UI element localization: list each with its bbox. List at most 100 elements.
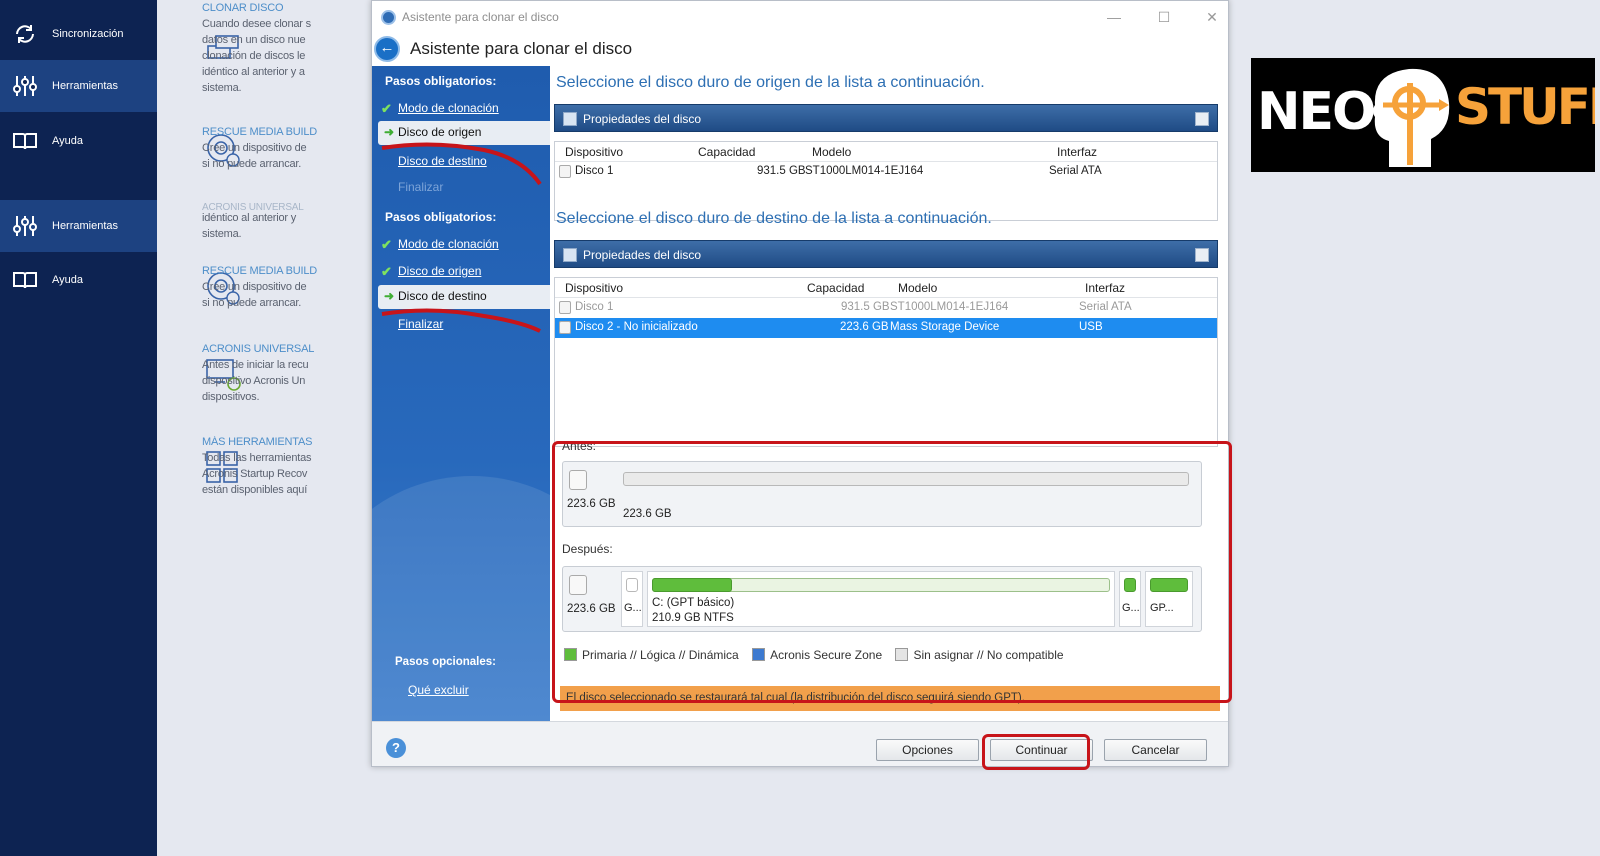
desc-line: Todas las herramientas [202,452,312,464]
sidebar-item-herramientas[interactable]: Herramientas [0,200,157,252]
partition-small[interactable]: G... [1119,571,1141,627]
tool-acronis-universal[interactable]: ACRONIS UNIVERSAL Antes de iniciar la re… [202,343,377,405]
cell-capacity: 223.6 GB [840,321,889,333]
cell-interface: USB [1079,321,1103,333]
partition-bar [626,578,638,592]
source-disk-prompt: Seleccione el disco duro de origen de la… [556,74,985,91]
tool-description: Cree un dispositivo de si no puede arran… [202,140,377,172]
wizard-button-bar: ? Opciones Continuar Cancelar [372,721,1228,766]
desc-line: dispositivo Acronis Un [202,375,306,387]
tool-description: Antes de iniciar la recu dispositivo Acr… [202,357,377,405]
help-icon[interactable]: ? [386,738,406,758]
collapse-icon[interactable] [1195,248,1209,262]
neostuff-logo: NEO STUFF [1251,58,1595,172]
maximize-button[interactable]: ☐ [1149,6,1179,28]
table-header: Dispositivo Capacidad Modelo Interfaz [555,278,1217,298]
sidebar-item-label: Ayuda [52,274,83,286]
col-capacidad[interactable]: Capacidad [807,281,864,295]
desc-line: dispositivos. [202,391,260,403]
desc-line: Antes de iniciar la recu [202,359,309,371]
tool-mas-herramientas[interactable]: MÁS HERRAMIENTAS Todas las herramientas … [202,436,377,498]
table-row[interactable]: Disco 1 931.5 GB ST1000LM014-1EJ164 Seri… [555,298,1217,318]
source-disk-properties-bar[interactable]: Propiedades del disco [554,104,1218,132]
app-icon [381,10,396,25]
desc-line: sistema. [202,228,242,240]
options-button[interactable]: Opciones [876,739,979,761]
window-titlebar: Asistente para clonar el disco — ☐ ✕ [372,1,1228,33]
cell-model: ST1000LM014-1EJ164 [805,165,924,177]
partition-label: GP... [1150,602,1174,614]
cell-device: Disco 1 [575,165,614,177]
desc-line: idéntico al anterior y a [202,66,305,78]
table-row-selected[interactable]: Disco 2 - No inicializado 223.6 GB Mass … [555,318,1217,338]
legend-item-unallocated: Sin asignar // No compatible [895,648,1064,662]
destination-disk-table: Dispositivo Capacidad Modelo Interfaz Di… [554,277,1218,447]
cancel-button[interactable]: Cancelar [1104,739,1207,761]
desc-line: si no puede arrancar. [202,297,302,309]
sidebar-item-label: Ayuda [52,135,83,147]
tool-acronis-universal[interactable]: ACRONIS UNIVERSAL idéntico al anterior y… [202,202,377,242]
after-disk-layout: 223.6 GB G... C: (GPT básico) 210.9 GB N… [562,566,1202,632]
check-icon: ✔ [381,101,392,116]
sidebar-item-ayuda[interactable]: Ayuda [0,115,157,167]
unallocated-bar [623,472,1189,486]
partition-small[interactable]: GP... [1145,571,1193,627]
col-interfaz[interactable]: Interfaz [1057,145,1097,159]
nav-step-que-excluir[interactable]: Qué excluir [408,683,469,697]
tool-clonar-disco[interactable]: CLONAR DISCO Cuando desee clonar s datos… [202,2,377,96]
tool-rescue-media[interactable]: RESCUE MEDIA BUILD Cree un dispositivo d… [202,265,377,311]
cell-interface: Serial ATA [1079,301,1132,313]
col-dispositivo[interactable]: Dispositivo [565,145,623,159]
col-modelo[interactable]: Modelo [898,281,937,295]
col-modelo[interactable]: Modelo [812,145,851,159]
cell-device: Disco 2 - No inicializado [575,321,698,333]
col-capacidad[interactable]: Capacidad [698,145,755,159]
partition-small[interactable]: G... [621,571,643,627]
partition-legend: Primaria // Lógica // Dinámica Acronis S… [564,648,1064,662]
col-dispositivo[interactable]: Dispositivo [565,281,623,295]
partition-bar [1150,578,1188,592]
minimize-button[interactable]: — [1099,6,1129,28]
destination-disk-prompt: Seleccione el disco duro de destino de l… [556,210,992,227]
sidebar-item-herramientas[interactable]: Herramientas [0,60,157,112]
before-section-label: Antes: [562,439,597,453]
clone-disk-wizard-window: Asistente para clonar el disco — ☐ ✕ ← A… [371,0,1232,770]
tool-rescue-media[interactable]: RESCUE MEDIA BUILD Cree un dispositivo d… [202,126,377,172]
tools-icon [13,76,37,96]
before-disk-layout: 223.6 GB 223.6 GB [562,461,1202,527]
app-sidebar: Sincronización Herramientas Ayuda Herram… [0,0,157,856]
desc-line: clonación de discos le [202,50,306,62]
sidebar-item-sincronizacion[interactable]: Sincronización [0,8,157,60]
collapse-icon[interactable] [1195,112,1209,126]
continue-button[interactable]: Continuar [990,739,1093,761]
cell-capacity: 931.5 GB [841,301,890,313]
desc-line: idéntico al anterior y [202,212,297,224]
col-interfaz[interactable]: Interfaz [1085,281,1125,295]
disk-size: 223.6 GB [567,603,616,615]
tool-title: CLONAR DISCO [202,2,284,14]
legend-label: Sin asignar // No compatible [913,648,1064,662]
partition-bar [1124,578,1136,592]
partition-label: C: (GPT básico) [652,597,735,609]
desc-line: si no puede arrancar. [202,158,302,170]
tool-description: Cree un dispositivo de si no puede arran… [202,279,377,311]
properties-label: Propiedades del disco [583,248,702,262]
partition-c[interactable]: C: (GPT básico) 210.9 GB NTFS [647,571,1115,627]
table-header: Dispositivo Capacidad Modelo Interfaz [555,142,1217,162]
tool-title: RESCUE MEDIA BUILD [202,265,317,277]
nav-step-modo-clonacion[interactable]: Modo de clonación [398,101,499,115]
tool-title: ACRONIS UNIVERSAL [202,202,304,210]
sidebar-item-ayuda[interactable]: Ayuda [0,254,157,306]
table-row[interactable]: Disco 1 931.5 GB ST1000LM014-1EJ164 Seri… [555,162,1217,182]
destination-disk-properties-bar[interactable]: Propiedades del disco [554,240,1218,268]
cell-model: ST1000LM014-1EJ164 [890,301,1009,313]
disk-icon [569,470,587,490]
legend-swatch [895,648,909,661]
sidebar-item-label: Sincronización [52,28,124,40]
disk-size: 223.6 GB [567,498,616,510]
close-button[interactable]: ✕ [1197,6,1227,28]
back-button[interactable]: ← [374,36,400,62]
tools-icon [13,216,37,236]
sidebar-item-label: Herramientas [52,220,119,232]
properties-label: Propiedades del disco [583,112,702,126]
